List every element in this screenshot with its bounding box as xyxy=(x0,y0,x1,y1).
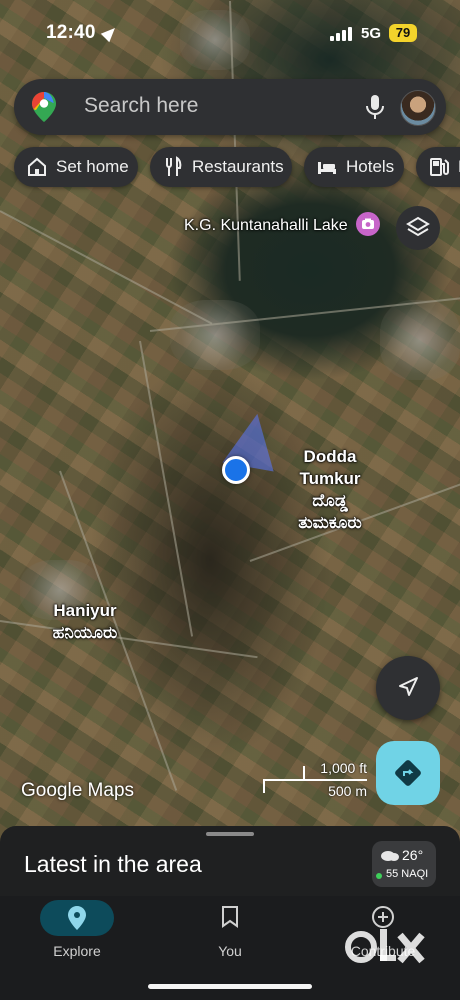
microphone-icon[interactable] xyxy=(365,95,385,119)
explore-pin-icon xyxy=(68,906,86,930)
clock: 12:40 xyxy=(46,22,96,43)
signal-icon xyxy=(330,27,354,41)
road xyxy=(139,340,194,637)
chip-label: Restaurants xyxy=(192,157,284,176)
village-cluster xyxy=(170,300,260,370)
bottom-sheet[interactable]: Latest in the area 26° 55 NAQI xyxy=(0,826,460,896)
weather-widget[interactable]: 26° 55 NAQI xyxy=(372,841,436,887)
drag-handle[interactable] xyxy=(206,832,254,836)
my-location-button[interactable] xyxy=(376,656,440,720)
location-arrow-icon xyxy=(100,23,120,43)
navigation-arrow-icon xyxy=(399,677,418,696)
place-label-haniyur[interactable]: Haniyur ಹನಿಯೂರು xyxy=(30,600,140,644)
google-maps-attribution: Google Maps xyxy=(21,780,135,801)
network-type: 5G xyxy=(361,25,382,42)
layers-button[interactable] xyxy=(396,206,440,250)
google-maps-pin-icon xyxy=(32,92,56,122)
aqi-status-dot xyxy=(376,873,382,879)
nav-label: Explore xyxy=(53,943,101,959)
cloud-icon xyxy=(381,851,399,861)
fork-knife-icon xyxy=(166,156,182,176)
avatar[interactable] xyxy=(400,90,436,126)
directions-icon xyxy=(395,760,421,786)
temperature: 26° xyxy=(402,847,424,863)
chip-label: Set home xyxy=(56,157,129,176)
chip-set-home[interactable]: Set home xyxy=(14,147,138,187)
current-location-dot xyxy=(222,456,250,484)
sheet-title: Latest in the area xyxy=(24,851,202,877)
chip-label: Hotels xyxy=(346,157,395,176)
battery-indicator: 79 xyxy=(389,24,417,42)
gas-station-icon xyxy=(430,158,449,176)
camera-icon[interactable] xyxy=(356,212,380,236)
home-icon xyxy=(28,157,46,176)
olx-watermark-logo xyxy=(345,929,425,964)
search-input[interactable]: Search here xyxy=(84,94,198,118)
bed-icon xyxy=(318,162,336,174)
layers-icon xyxy=(406,216,430,237)
chip-restaurants[interactable]: Restaurants xyxy=(150,147,292,187)
road xyxy=(0,210,213,325)
status-bar: 12:40 5G 79 xyxy=(0,18,460,52)
search-bar[interactable]: Search here xyxy=(14,79,446,135)
chip-hotels[interactable]: Hotels xyxy=(304,147,404,187)
chip-gas[interactable]: P xyxy=(416,147,460,187)
nav-you[interactable]: You xyxy=(175,896,285,976)
aqi-value: 55 NAQI xyxy=(386,868,429,880)
directions-button[interactable] xyxy=(376,741,440,805)
nav-explore[interactable]: Explore xyxy=(22,896,132,976)
village-cluster xyxy=(380,300,460,380)
bookmark-icon xyxy=(222,906,238,928)
home-indicator[interactable] xyxy=(148,984,312,989)
place-label-dodda-tumkur[interactable]: Dodda Tumkur ದೊಡ್ಡ ತುಮಕೂರು xyxy=(280,446,380,534)
lake-label[interactable]: K.G. Kuntanahalli Lake xyxy=(184,217,348,235)
nav-label: You xyxy=(218,943,242,959)
